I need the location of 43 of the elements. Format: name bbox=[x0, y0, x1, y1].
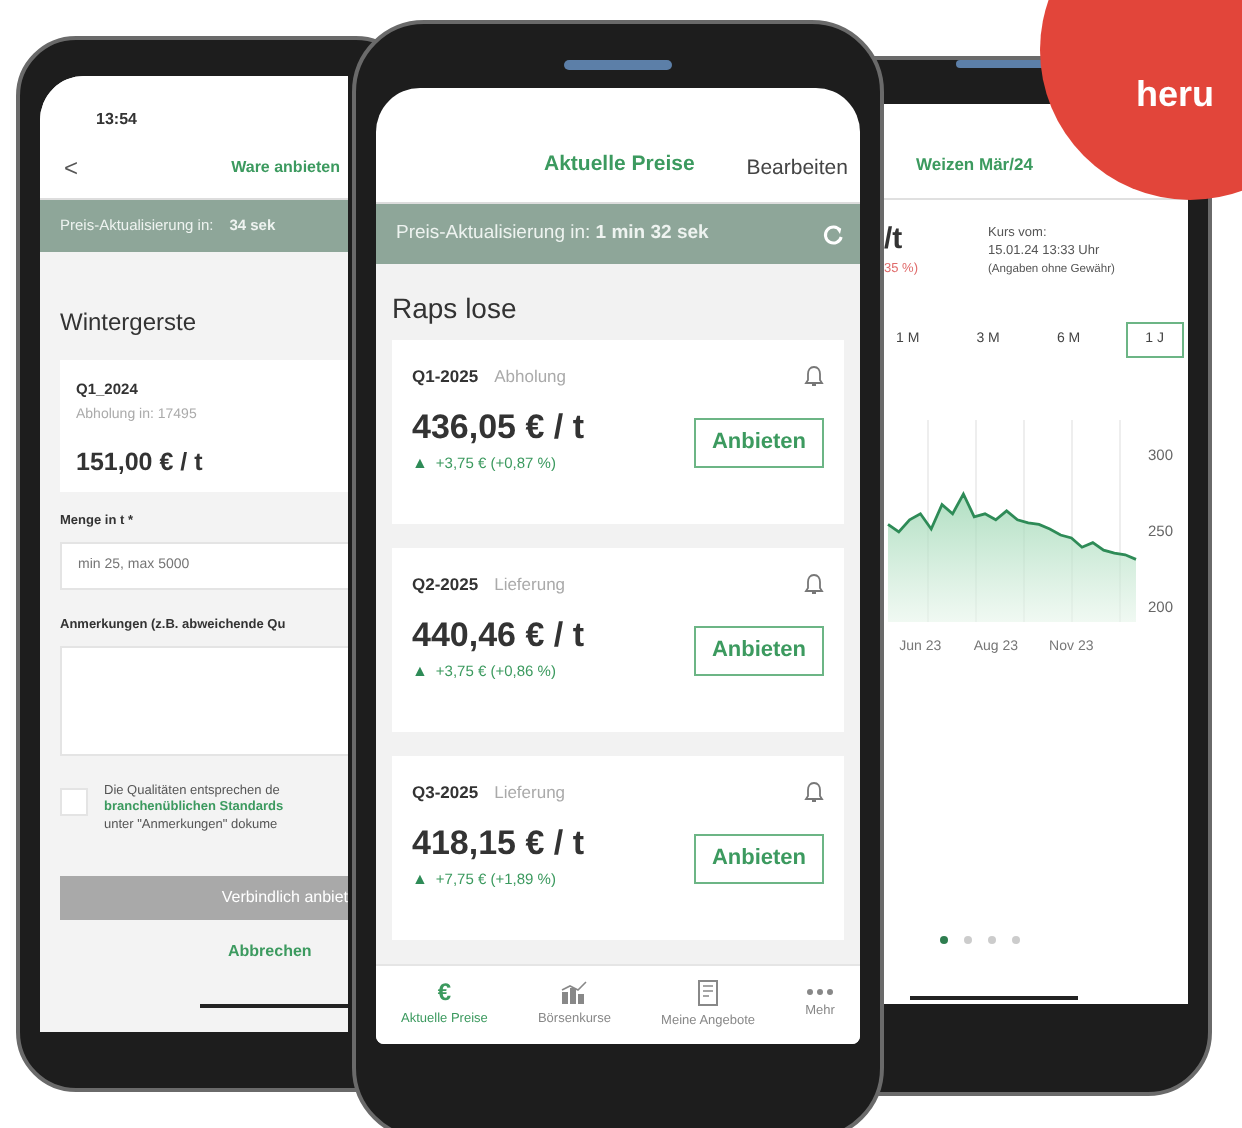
edit-button[interactable]: Bearbeiten bbox=[746, 156, 848, 182]
offer-button[interactable]: Anbieten bbox=[693, 833, 824, 884]
offer-price: 436,05 € / t bbox=[412, 409, 585, 447]
offer-price: 151,00 € / t bbox=[76, 445, 205, 480]
screen-title: Aktuelle Preise bbox=[544, 150, 695, 181]
offer-button[interactable]: Anbieten bbox=[693, 417, 824, 468]
screen-title: Ware anbieten bbox=[231, 155, 340, 179]
bell-icon bbox=[804, 572, 824, 597]
bell-icon bbox=[804, 364, 824, 389]
offer-period: Q2-2025 bbox=[412, 572, 479, 598]
bell-icon bbox=[804, 780, 824, 805]
trend-arrow: ▲ bbox=[412, 456, 428, 473]
page-dot[interactable] bbox=[940, 936, 948, 944]
offer-price: 440,46 € / t bbox=[412, 617, 585, 655]
document-icon bbox=[698, 979, 719, 1006]
page-dot[interactable] bbox=[964, 936, 972, 944]
trend-arrow: ▲ bbox=[412, 664, 428, 681]
screen-title: Weizen Mär/24 bbox=[916, 152, 1033, 178]
page-dot[interactable] bbox=[988, 936, 996, 944]
product-name: Raps lose bbox=[392, 290, 519, 328]
refresh-icon bbox=[822, 223, 844, 245]
checkbox[interactable] bbox=[60, 787, 88, 815]
price-value: /t bbox=[884, 224, 905, 254]
bar-chart-icon bbox=[560, 980, 589, 1005]
product-name: Wintergerste bbox=[60, 306, 199, 340]
back-button[interactable]: < bbox=[64, 155, 79, 179]
page-dot[interactable] bbox=[1012, 936, 1020, 944]
trend-arrow: ▲ bbox=[412, 872, 428, 889]
delivery-type: Lieferung bbox=[494, 572, 566, 598]
offer-price: 418,15 € / t bbox=[412, 825, 585, 863]
notes-field[interactable] bbox=[60, 645, 348, 755]
status-time: 13:54 bbox=[96, 108, 137, 132]
update-countdown: Preis-Aktualisierung in: 1 min 32 sek bbox=[396, 219, 709, 248]
more-icon bbox=[806, 988, 835, 997]
cancel-link[interactable]: Abbrechen bbox=[228, 939, 312, 964]
offer-period: Q1-2025 bbox=[412, 364, 479, 390]
promo-label: heru bbox=[1136, 72, 1215, 118]
delivery-type: Lieferung bbox=[494, 780, 566, 806]
euro-icon: € bbox=[437, 980, 452, 1005]
offer-period: Q3-2025 bbox=[412, 780, 479, 806]
delivery-type: Abholung bbox=[494, 364, 567, 390]
offer-button[interactable]: Anbieten bbox=[693, 625, 824, 676]
speaker-grille bbox=[564, 60, 672, 70]
